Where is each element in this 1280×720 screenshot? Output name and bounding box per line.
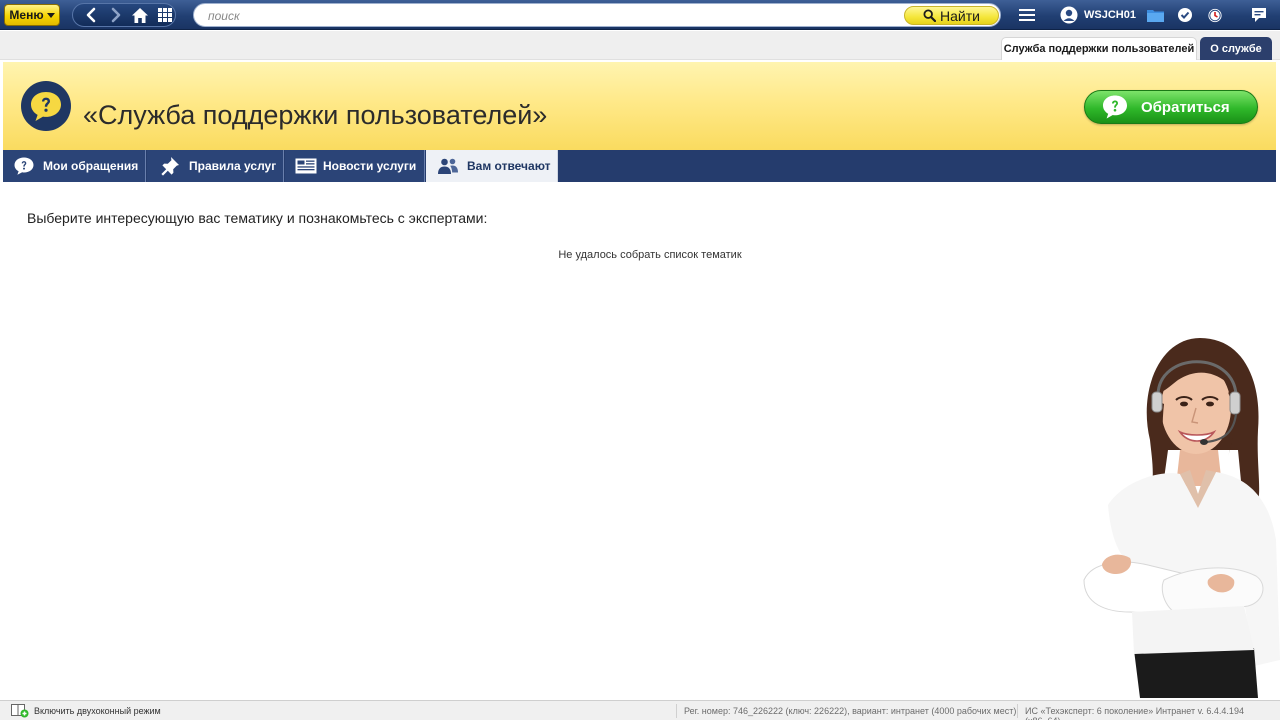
home-button[interactable]	[130, 5, 151, 25]
menu-button-label: Меню	[9, 8, 44, 22]
question-bubble-icon	[1103, 95, 1127, 119]
find-button[interactable]: Найти	[904, 6, 999, 25]
tab-about-service-label: О службе	[1210, 42, 1262, 55]
topics-intro-text: Выберите интересующую вас тематику и поз…	[27, 210, 488, 226]
pin-icon	[159, 156, 181, 176]
registration-info: Рег. номер: 746_226222 (ключ: 226222), в…	[684, 706, 1017, 716]
caret-down-icon	[46, 12, 55, 18]
tab-service-news-label: Новости услуги	[323, 159, 417, 173]
find-button-label: Найти	[940, 7, 980, 24]
hamburger-menu-button[interactable]	[1018, 5, 1036, 25]
question-bubble-icon	[21, 81, 71, 131]
dual-window-label: Включить двухоконный режим	[34, 706, 161, 716]
tab-experts-answer[interactable]: Вам отвечают	[426, 150, 558, 182]
search-input[interactable]	[208, 7, 888, 24]
document-tab-strip: Служба поддержки пользователей О службе	[0, 31, 1280, 60]
chevron-right-icon	[111, 7, 121, 23]
messages-button[interactable]	[1250, 5, 1268, 25]
topics-error-message: Не удалось собрать список тематик	[558, 249, 742, 261]
service-banner: «Служба поддержки пользователей» Обратит…	[3, 62, 1276, 150]
user-name: WSJCH01	[1084, 9, 1136, 21]
tab-experts-answer-label: Вам отвечают	[467, 159, 551, 173]
status-divider	[1017, 704, 1018, 718]
tab-service-rules[interactable]: Правила услуг	[147, 150, 284, 182]
tab-my-requests-label: Мои обращения	[43, 159, 139, 173]
dual-window-icon	[11, 704, 29, 718]
tab-about-service[interactable]: О службе	[1200, 37, 1272, 60]
tab-service-news[interactable]: Новости услуги	[285, 150, 425, 182]
bookmarks-button[interactable]	[1176, 5, 1194, 25]
history-button[interactable]	[1206, 5, 1224, 25]
clock-icon	[1208, 8, 1222, 23]
page-title: «Служба поддержки пользователей»	[83, 100, 548, 130]
contact-support-button[interactable]: Обратиться	[1084, 90, 1258, 124]
hamburger-icon	[1019, 9, 1035, 21]
forward-button[interactable]	[106, 5, 127, 25]
home-icon	[132, 7, 149, 23]
tab-service-rules-label: Правила услуг	[189, 159, 277, 173]
user-account[interactable]: WSJCH01	[1060, 4, 1136, 26]
back-button[interactable]	[81, 5, 102, 25]
check-circle-icon	[1178, 8, 1192, 22]
menu-button[interactable]: Меню	[4, 4, 60, 26]
message-icon	[1252, 8, 1266, 22]
newspaper-icon	[295, 156, 317, 176]
chevron-left-icon	[86, 7, 96, 23]
apps-grid-button[interactable]	[155, 5, 176, 25]
search-bar: Найти	[193, 3, 1001, 27]
tab-my-requests[interactable]: Мои обращения	[3, 150, 146, 182]
support-operator-image	[1083, 338, 1280, 698]
status-divider	[676, 704, 677, 718]
navigation-group	[72, 3, 176, 27]
service-nav: Мои обращения Правила услуг Новости услу…	[3, 150, 1276, 182]
folder-icon	[1146, 10, 1164, 22]
dual-window-toggle[interactable]: Включить двухоконный режим	[11, 704, 161, 718]
status-bar: Включить двухоконный режим Рег. номер: 7…	[0, 700, 1280, 720]
folder-button[interactable]	[1146, 5, 1164, 25]
tab-support-service[interactable]: Служба поддержки пользователей	[1001, 37, 1197, 60]
question-bubble-icon	[13, 156, 35, 176]
version-info: ИС «Техэксперт: 6 поколение» Интранет v.…	[1025, 706, 1244, 720]
grid-icon	[157, 8, 172, 22]
tab-support-service-label: Служба поддержки пользователей	[1003, 43, 1195, 55]
people-icon	[437, 156, 459, 176]
contact-support-label: Обратиться	[1141, 98, 1230, 116]
top-toolbar: Меню Найти WSJCH01	[0, 0, 1280, 30]
magnifier-icon	[923, 9, 937, 22]
user-avatar-icon	[1060, 6, 1078, 24]
